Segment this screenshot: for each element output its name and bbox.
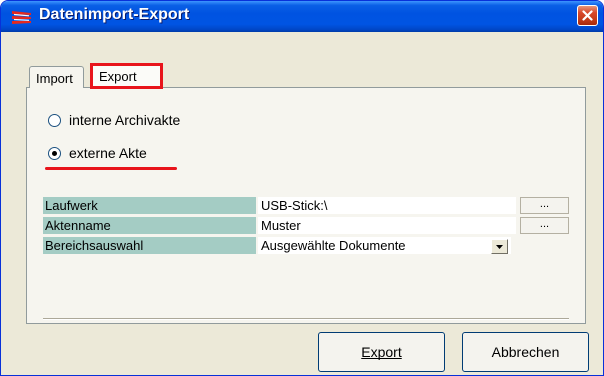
radio-label: interne Archivakte [69, 112, 181, 128]
radio-label: externe Akte [69, 145, 147, 161]
dialog-window: Datenimport-Export Import Export interne… [0, 0, 604, 376]
tab-import[interactable]: Import [29, 66, 84, 88]
radio-interne-archivakte[interactable]: interne Archivakte [48, 112, 180, 128]
app-logo-icon [11, 9, 33, 25]
label-laufwerk: Laufwerk [43, 197, 256, 214]
chevron-down-icon [492, 241, 507, 256]
label-aktenname: Aktenname [43, 217, 256, 234]
radio-button[interactable] [48, 113, 61, 127]
aktenname-field[interactable]: Muster [258, 217, 516, 234]
separator-line [43, 318, 569, 320]
dropdown-button[interactable] [491, 239, 508, 254]
laufwerk-browse-button[interactable]: ... [520, 197, 569, 214]
label-bereichsauswahl: Bereichsauswahl [43, 237, 256, 254]
export-button-label: Export [361, 344, 402, 360]
close-button[interactable] [577, 5, 598, 26]
aktenname-browse-button[interactable]: ... [520, 217, 569, 234]
radio-button-selected[interactable] [48, 146, 61, 160]
highlight-underline [45, 167, 177, 170]
tab-export[interactable]: Export [90, 63, 163, 89]
title-bar[interactable]: Datenimport-Export [1, 1, 603, 32]
radio-externe-akte[interactable]: externe Akte [48, 145, 147, 161]
laufwerk-field[interactable]: USB-Stick:\ [258, 197, 516, 214]
bereichsauswahl-select[interactable]: Ausgewählte Dokumente [258, 237, 511, 254]
cancel-button[interactable]: Abbrechen [462, 332, 589, 372]
export-button[interactable]: Export [318, 332, 445, 372]
window-title: Datenimport-Export [39, 6, 190, 23]
